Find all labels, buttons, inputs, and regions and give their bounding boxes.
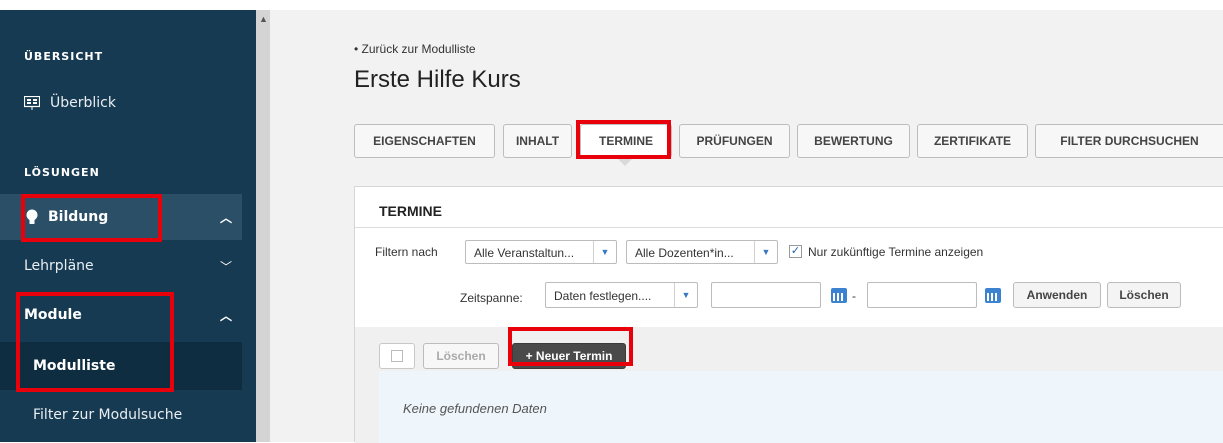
chevron-up-icon: ︿ [219, 309, 232, 323]
highlight-box-termine-tab [576, 120, 671, 159]
tab-zertifikate[interactable]: ZERTIFIKATE [917, 124, 1028, 158]
sidebar-header-solutions: LÖSUNGEN [24, 166, 100, 179]
lecturers-select[interactable]: Alle Dozenten*in... ▼ [626, 240, 778, 264]
chevron-down-icon: ﹀ [219, 260, 232, 274]
tab-eigenschaften[interactable]: EIGENSCHAFTEN [354, 124, 495, 158]
empty-state: Keine gefundenen Daten [379, 371, 1223, 443]
presentation-icon [23, 95, 41, 110]
caret-down-icon: ▼ [593, 241, 616, 263]
panel-title: TERMINE [379, 203, 442, 219]
active-tab-pointer [617, 158, 633, 166]
period-select[interactable]: Daten festlegen.... ▼ [545, 282, 698, 308]
sidebar-item-lehrplaene[interactable]: Lehrpläne ﹀ [0, 243, 242, 289]
back-to-module-list-link[interactable]: • Zurück zur Modulliste [354, 42, 476, 56]
sidebar-scrollbar[interactable]: ▲ [256, 10, 270, 442]
highlight-box-module [16, 292, 174, 392]
sidebar-header-overview: ÜBERSICHT [24, 50, 104, 63]
select-all-checkbox[interactable] [379, 343, 415, 369]
delete-button[interactable]: Löschen [423, 343, 499, 369]
period-select-value: Daten festlegen.... [554, 289, 652, 303]
sidebar-item-overview-label: Überblick [50, 95, 116, 111]
page-title: Erste Hilfe Kurs [354, 66, 521, 93]
date-separator: - [852, 289, 856, 303]
calendar-icon[interactable] [831, 288, 847, 303]
window-top-edge [0, 0, 1223, 10]
apply-button[interactable]: Anwenden [1013, 282, 1101, 308]
events-select-value: Alle Veranstaltun... [474, 246, 575, 260]
calendar-icon[interactable] [985, 288, 1001, 303]
chevron-up-icon: ︿ [219, 211, 232, 225]
tab-inhalt[interactable]: INHALT [503, 124, 572, 158]
tab-pruefungen[interactable]: PRÜFUNGEN [679, 124, 790, 158]
clear-filter-button[interactable]: Löschen [1107, 282, 1181, 308]
checkbox-square-icon [391, 350, 403, 362]
empty-state-text: Keine gefundenen Daten [403, 401, 547, 416]
sidebar-item-lehrplaene-label: Lehrpläne [24, 258, 94, 274]
termine-list: Löschen + Neuer Termin Keine gefundenen … [355, 327, 1223, 443]
end-date-input[interactable] [867, 282, 977, 308]
events-select[interactable]: Alle Veranstaltun... ▼ [465, 240, 617, 264]
caret-down-icon: ▼ [674, 283, 697, 307]
tab-filter-durchsuchen[interactable]: FILTER DURCHSUCHEN [1035, 124, 1223, 158]
termine-panel: TERMINE Filtern nach Alle Veranstaltun..… [354, 186, 1223, 443]
scroll-up-arrow-icon[interactable]: ▲ [259, 14, 268, 24]
future-only-label: Nur zukünftige Termine anzeigen [808, 245, 984, 259]
caret-down-icon: ▼ [754, 241, 777, 263]
tab-bewertung[interactable]: BEWERTUNG [797, 124, 910, 158]
sidebar-item-overview[interactable]: Überblick [0, 80, 242, 126]
filter-label: Filtern nach [375, 245, 438, 259]
future-only-checkbox[interactable]: ✓ [789, 245, 802, 258]
sidebar-item-filter-modulsuche[interactable]: Filter zur Modulsuche [0, 392, 242, 438]
panel-divider [355, 227, 1223, 228]
period-label: Zeitspanne: [460, 291, 523, 305]
sidebar-item-filter-modulsuche-label: Filter zur Modulsuche [33, 407, 183, 423]
main-content: • Zurück zur Modulliste Erste Hilfe Kurs… [270, 10, 1223, 443]
lecturers-select-value: Alle Dozenten*in... [635, 246, 734, 260]
highlight-box-new-appointment [508, 327, 633, 366]
highlight-box-bildung [21, 194, 162, 242]
start-date-input[interactable] [711, 282, 821, 308]
